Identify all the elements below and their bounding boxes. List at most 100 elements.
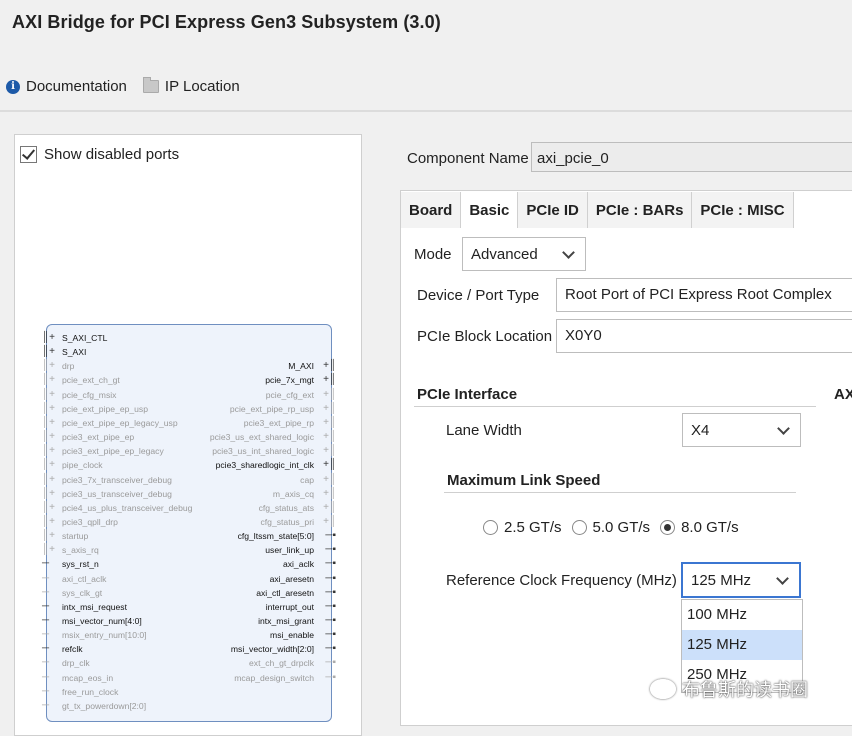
show-disabled-ports-checkbox[interactable]: Show disabled ports [20, 146, 179, 163]
bus-interface-icon: ║+ [42, 374, 55, 386]
output-port: m_axis_cq [272, 488, 314, 499]
tab-pcie-misc[interactable]: PCIe : MISC [692, 192, 794, 228]
output-port: user_link_up [265, 545, 314, 556]
output-port: pcie3_sharedlogic_int_clk [215, 460, 314, 471]
output-port: intx_msi_grant [258, 616, 314, 626]
signal-pin-icon: ─▪ [325, 544, 336, 556]
bus-interface-icon: +║ [323, 459, 336, 471]
documentation-link[interactable]: i Documentation [6, 78, 127, 95]
bus-interface-icon: +║ [323, 445, 336, 457]
component-name-field[interactable]: axi_pcie_0 [531, 142, 852, 172]
checkbox-checked-icon[interactable] [20, 146, 37, 163]
bus-interface-icon: +║ [323, 501, 336, 513]
output-port: msi_vector_width[2:0] [230, 644, 314, 655]
input-port: pcie_ext_pipe_ep_usp [62, 403, 149, 414]
bus-interface-icon: ║+ [42, 501, 55, 513]
signal-pin-icon: ─▪ [325, 629, 336, 641]
input-port: free_run_clock [62, 686, 119, 697]
tab-pcie-bars[interactable]: PCIe : BARs [587, 192, 693, 228]
input-port: pcie3_us_transceiver_debug [62, 488, 172, 499]
signal-pin-icon: ─ [42, 600, 50, 612]
output-port: interrupt_out [265, 601, 314, 612]
signal-pin-icon: ─ [42, 699, 50, 711]
bus-interface-icon: ║+ [42, 530, 55, 542]
bus-interface-icon: ║+ [42, 332, 55, 343]
ref-clock-option[interactable]: 125 MHz [682, 630, 802, 660]
signal-pin-icon: ─▪ [325, 530, 336, 542]
ref-clock-label: Reference Clock Frequency (MHz) [446, 572, 677, 589]
folder-icon [142, 77, 159, 93]
component-name-label: Component Name [407, 150, 529, 167]
output-port: cfg_ltssm_state[5:0] [237, 531, 314, 542]
signal-pin-icon: ─▪ [325, 643, 336, 655]
bus-interface-icon: ║+ [42, 515, 55, 527]
input-port: sys_rst_n [62, 559, 99, 570]
output-port: pcie3_us_int_shared_logic [212, 446, 314, 457]
input-port: sys_clk_gt [62, 587, 103, 598]
documentation-label: Documentation [26, 78, 127, 95]
output-port: pcie_7x_mgt [265, 375, 314, 386]
radio-button-icon[interactable] [483, 520, 498, 535]
input-port: drp [62, 361, 75, 372]
link-speed-label: 2.5 GT/s [504, 519, 562, 536]
input-port: startup [62, 531, 89, 542]
input-port: axi_ctl_aclk [62, 573, 107, 584]
lane-width-select[interactable]: X4 [682, 413, 801, 447]
link-speed-option[interactable]: 2.5 GT/s [483, 519, 562, 536]
mode-select[interactable]: Advanced [462, 237, 586, 271]
max-link-speed-divider [444, 492, 796, 493]
input-port: S_AXI_CTL [62, 333, 108, 343]
device-port-type-label: Device / Port Type [417, 287, 540, 304]
radio-button-icon[interactable] [571, 520, 587, 535]
chevron-down-icon [777, 421, 790, 435]
link-speed-radio-group: 2.5 GT/s 5.0 GT/s 8.0 GT/s [483, 519, 749, 536]
input-port: pcie3_ext_pipe_ep_legacy [62, 446, 164, 457]
link-speed-option[interactable]: 5.0 GT/s [571, 519, 650, 536]
input-port: drp_clk [62, 658, 90, 669]
pcie-block-location-label: PCIe Block Location [417, 328, 553, 345]
signal-pin-icon: ─▪ [325, 558, 336, 570]
ip-block-symbol: S_AXI_CTL ║+ S_AXI ║+ drp ║+ pcie_ext_ch_gt ║+ p… [42, 324, 336, 722]
output-port: pcie3_ext_pipe_rp [243, 417, 314, 428]
output-port: axi_aclk [282, 559, 314, 570]
tab-pcie-id[interactable]: PCIe ID [518, 192, 588, 228]
bus-interface-icon: ║+ [42, 487, 55, 499]
radio-button-icon[interactable] [660, 520, 676, 535]
signal-pin-icon: ─▪ [325, 572, 336, 584]
mode-label: Mode [414, 246, 452, 263]
pcie-interface-header: PCIe Interface [417, 386, 518, 403]
output-port: pcie_ext_pipe_rp_usp [229, 403, 314, 414]
output-port: axi_ctl_aresetn [256, 587, 314, 598]
input-port: s_axis_rq [62, 545, 99, 556]
output-port: ext_ch_gt_drpclk [249, 658, 314, 669]
ref-clock-select[interactable]: 125 MHz [681, 562, 801, 598]
bus-interface-icon: ║+ [42, 360, 55, 372]
output-port: axi_aresetn [269, 573, 314, 584]
link-speed-option[interactable]: 8.0 GT/s [660, 519, 739, 536]
pcie-block-location-select[interactable]: X0Y0 [556, 319, 852, 353]
tab-board[interactable]: Board [401, 192, 462, 228]
signal-pin-icon: ─ [42, 586, 50, 598]
ip-location-link[interactable]: IP Location [142, 77, 240, 95]
bus-interface-icon: +║ [323, 388, 336, 400]
header-divider [0, 110, 852, 112]
input-port: S_AXI [62, 347, 87, 358]
signal-pin-icon: ─▪ [325, 671, 336, 683]
max-link-speed-header: Maximum Link Speed [447, 472, 601, 489]
signal-pin-icon: ─▪ [325, 600, 336, 612]
device-port-type-select[interactable]: Root Port of PCI Express Root Complex [556, 278, 852, 312]
watermark: 布鲁斯的读书圈 [650, 676, 808, 702]
output-port: pcie3_us_ext_shared_logic [209, 432, 314, 443]
input-port: intx_msi_request [62, 601, 127, 612]
ip-location-label: IP Location [164, 78, 240, 95]
input-port: pipe_clock [62, 460, 103, 471]
bus-interface-icon: ║+ [42, 431, 55, 443]
signal-pin-icon: ─ [42, 657, 50, 669]
bus-interface-icon: +║ [323, 431, 336, 443]
ref-clock-option[interactable]: 100 MHz [682, 600, 802, 630]
chevron-down-icon [562, 245, 575, 259]
bus-interface-icon: ║+ [42, 445, 55, 457]
output-port: cap [300, 474, 314, 485]
tab-basic[interactable]: Basic [461, 192, 519, 228]
bus-interface-icon: +║ [323, 515, 336, 527]
